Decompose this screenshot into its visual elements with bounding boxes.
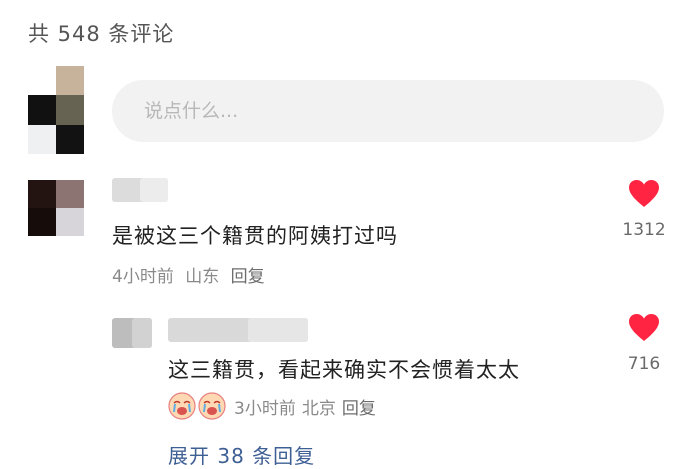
- replier-name-redacted[interactable]: [168, 318, 308, 342]
- comment-meta: 4小时前 山东 回复: [112, 262, 271, 287]
- heart-icon: [629, 314, 659, 341]
- reply-time: 3小时前: [234, 398, 296, 419]
- comment-count-title: 共 548 条评论: [28, 22, 175, 46]
- comment-text: 是被这三个籍贯的阿姨打过吗: [112, 224, 398, 248]
- reply-like-count: 716: [627, 354, 661, 374]
- comment-time: 4小时前: [112, 267, 174, 287]
- reply-reply-button[interactable]: 回复: [342, 394, 376, 419]
- heart-icon: [629, 180, 659, 207]
- replier-avatar[interactable]: [112, 318, 152, 348]
- commenter-name-redacted[interactable]: [112, 178, 168, 202]
- comment-location: 山东: [185, 267, 220, 287]
- like-count: 1312: [622, 220, 666, 240]
- comment-input-box[interactable]: [112, 80, 664, 142]
- reply-button[interactable]: 回复: [231, 267, 265, 287]
- reply-like-button[interactable]: 716: [624, 314, 664, 374]
- reply-text: 这三籍贯，看起来确实不会惯着太太: [168, 358, 520, 382]
- commenter-avatar[interactable]: [28, 180, 84, 236]
- like-button[interactable]: 1312: [622, 180, 666, 240]
- reply-meta: 3小时前 北京 回复: [168, 392, 382, 420]
- current-user-avatar: [28, 66, 84, 154]
- crying-face-emoji-icon: [168, 392, 196, 420]
- reply-location: 北京: [301, 398, 336, 419]
- crying-face-emoji-icon: [198, 392, 226, 420]
- comment-input[interactable]: [142, 99, 664, 123]
- expand-replies-link[interactable]: 展开 38 条回复: [168, 440, 315, 469]
